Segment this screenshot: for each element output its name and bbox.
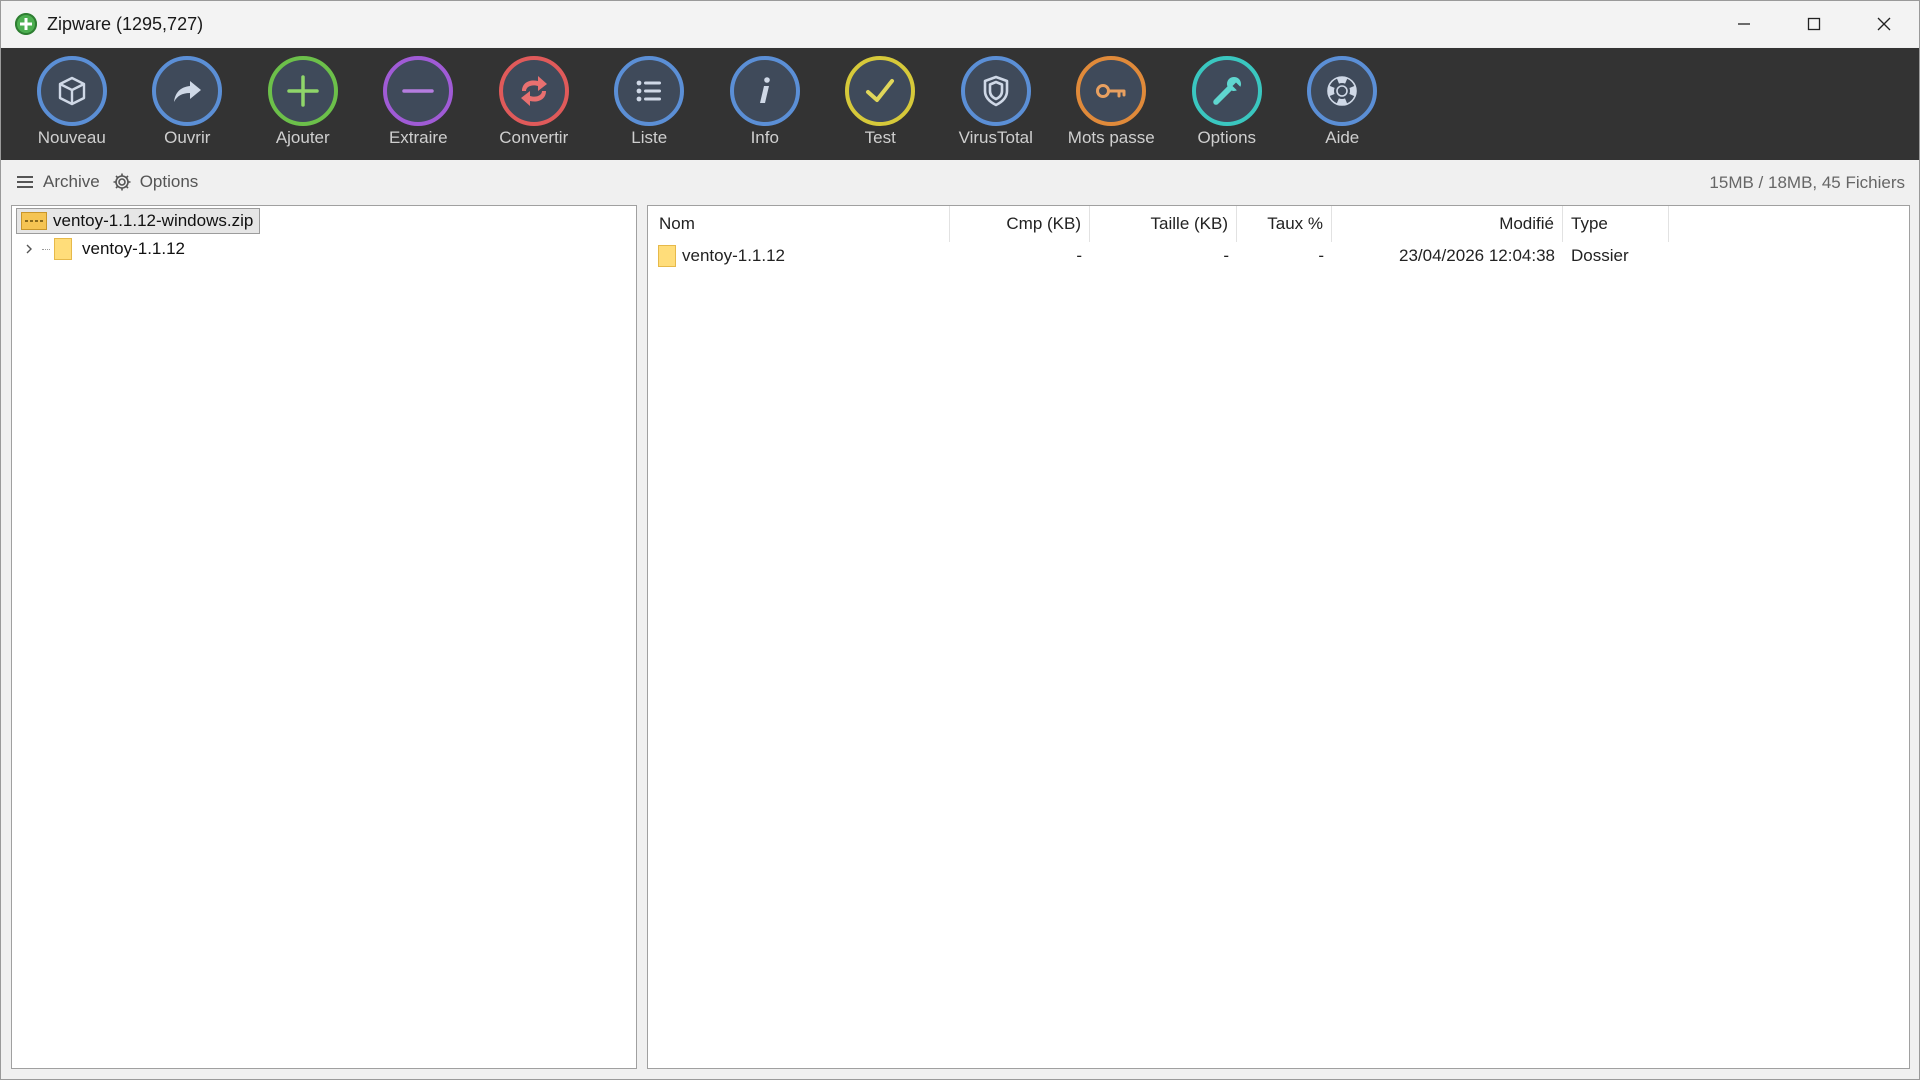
- menu-bar: Archive Options 15MB / 18MB, 45 Fichiers: [1, 161, 1919, 203]
- column-header-modified[interactable]: Modifié: [1332, 206, 1563, 242]
- toolbar-button-test[interactable]: Test: [823, 48, 939, 160]
- toolbar-label: Info: [750, 128, 779, 147]
- tree-item-label: ventoy-1.1.12: [82, 239, 186, 258]
- toolbar-button-virustotal[interactable]: VirusTotal: [938, 48, 1054, 160]
- tree-expander[interactable]: [22, 242, 36, 256]
- title-bar[interactable]: Zipware (1295,727): [1, 1, 1919, 47]
- zip-archive-icon: [21, 212, 47, 230]
- cell-name: ventoy-1.1.12: [648, 242, 950, 270]
- options-menu[interactable]: Options: [112, 172, 199, 192]
- tree-root-item[interactable]: ventoy-1.1.12-windows.zip: [16, 208, 261, 234]
- toolbar-button-liste[interactable]: Liste: [592, 48, 708, 160]
- hamburger-icon: [17, 176, 33, 188]
- toolbar-button-ouvrir[interactable]: Ouvrir: [130, 48, 246, 160]
- toolbar-label: Extraire: [388, 128, 448, 147]
- cell-type: Dossier: [1571, 246, 1629, 265]
- toolbar-label: Convertir: [499, 128, 569, 147]
- toolbar-button-convertir[interactable]: Convertir: [476, 48, 592, 160]
- toolbar-button-options[interactable]: Options: [1169, 48, 1285, 160]
- gear-icon: [113, 173, 131, 191]
- toolbar-button-extraire[interactable]: Extraire: [361, 48, 477, 160]
- archive-menu-label: Archive: [43, 172, 100, 191]
- column-header-compressed[interactable]: Cmp (KB): [950, 206, 1090, 242]
- convert-arrows-icon: [498, 56, 569, 126]
- folder-icon: [54, 238, 72, 260]
- column-header-name[interactable]: Nom: [648, 206, 950, 242]
- maximize-button[interactable]: [1779, 1, 1849, 47]
- toolbar-label: Liste: [631, 128, 668, 147]
- folder-icon: [658, 245, 676, 267]
- column-header-ratio[interactable]: Taux %: [1237, 206, 1332, 242]
- table-row[interactable]: ventoy-1.1.12 - - - 23/04/2026 12:04:38 …: [648, 242, 1909, 270]
- toolbar-label: Options: [1197, 128, 1257, 147]
- toolbar-label: Ajouter: [275, 128, 330, 147]
- tree-root-label: ventoy-1.1.12-windows.zip: [53, 211, 254, 230]
- key-icon: [1076, 56, 1147, 126]
- toolbar-label: Ouvrir: [164, 128, 211, 147]
- close-icon: [1877, 17, 1891, 31]
- column-header-type[interactable]: Type: [1563, 206, 1669, 242]
- plus-icon: [267, 56, 338, 126]
- options-menu-label: Options: [139, 172, 199, 191]
- chevron-right-icon: [26, 244, 32, 254]
- maximize-icon: [1807, 17, 1821, 31]
- column-header-size[interactable]: Taille (KB): [1090, 206, 1237, 242]
- toolbar-button-info[interactable]: Info: [707, 48, 823, 160]
- info-icon: [729, 56, 800, 126]
- window-controls: [1709, 1, 1919, 47]
- toolbar-label: Aide: [1325, 128, 1360, 147]
- archive-menu[interactable]: Archive: [15, 172, 100, 192]
- main-toolbar: Nouveau Ouvrir Ajouter Extraire Converti…: [1, 48, 1919, 160]
- folder-tree-panel[interactable]: ventoy-1.1.12-windows.zip ventoy-1.1.12: [11, 205, 637, 1069]
- window-title: Zipware (1295,727): [47, 13, 204, 34]
- box-icon: [36, 56, 107, 126]
- minimize-icon: [1738, 23, 1750, 25]
- cell-compressed: -: [1076, 246, 1082, 265]
- tree-item-ventoy[interactable]: ventoy-1.1.12: [22, 236, 185, 262]
- toolbar-label: Test: [864, 128, 896, 147]
- shield-icon: [960, 56, 1031, 126]
- toolbar-button-nouveau[interactable]: Nouveau: [14, 48, 130, 160]
- share-arrow-icon: [152, 56, 223, 126]
- cell-modified: 23/04/2026 12:04:38: [1399, 246, 1555, 265]
- zipware-app-icon: [15, 13, 37, 35]
- toolbar-label: Nouveau: [37, 128, 106, 147]
- file-name: ventoy-1.1.12: [682, 246, 786, 265]
- minus-icon: [383, 56, 454, 126]
- toolbar-label: Mots passe: [1067, 128, 1155, 147]
- toolbar-button-aide[interactable]: Aide: [1285, 48, 1401, 160]
- toolbar-label: VirusTotal: [958, 128, 1033, 147]
- cell-size: -: [1223, 246, 1229, 265]
- close-button[interactable]: [1849, 1, 1919, 47]
- check-icon: [845, 56, 916, 126]
- column-header-row: Nom Cmp (KB) Taille (KB) Taux % Modifié …: [648, 206, 1909, 242]
- list-icon: [614, 56, 685, 126]
- file-list-panel[interactable]: Nom Cmp (KB) Taille (KB) Taux % Modifié …: [647, 205, 1910, 1069]
- toolbar-button-ajouter[interactable]: Ajouter: [245, 48, 361, 160]
- cell-ratio: -: [1318, 246, 1324, 265]
- toolbar-button-mots-passe[interactable]: Mots passe: [1054, 48, 1170, 160]
- minimize-button[interactable]: [1709, 1, 1779, 47]
- app-window: Zipware (1295,727) Nouveau Ouvrir Ajoute…: [0, 0, 1920, 1080]
- lifebuoy-icon: [1307, 56, 1378, 126]
- archive-status: 15MB / 18MB, 45 Fichiers: [1709, 173, 1905, 192]
- wrench-icon: [1191, 56, 1262, 126]
- tree-connector: [42, 248, 50, 250]
